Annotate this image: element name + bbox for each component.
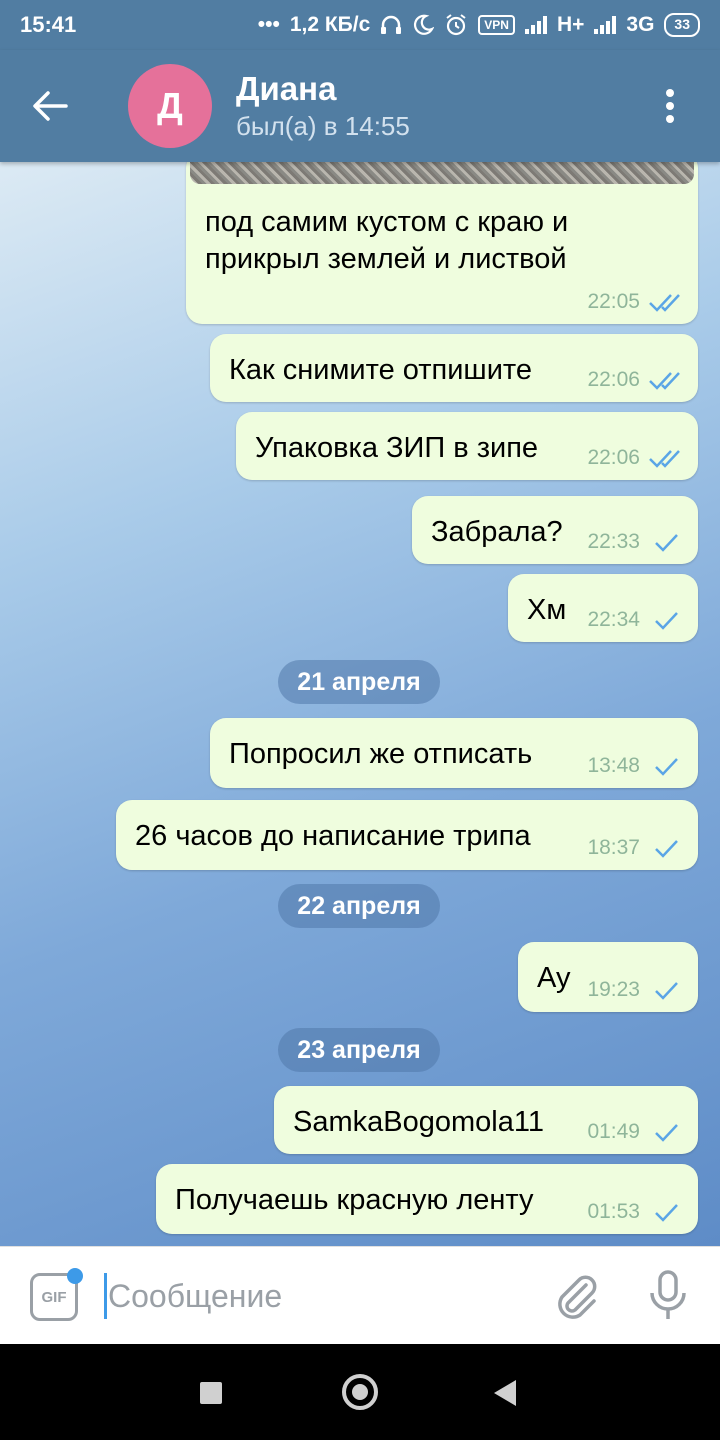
gif-label: GIF	[41, 1288, 67, 1306]
more-vertical-icon	[666, 89, 674, 123]
message-bubble[interactable]: Получаешь красную ленту 01:53	[156, 1164, 698, 1234]
message-bubble[interactable]: под самим кустом с краю и прикрыл землей…	[186, 162, 698, 324]
message-text: Упаковка ЗИП в зипе	[255, 432, 539, 464]
network-type-1: H+	[556, 13, 585, 36]
signal-icon	[524, 16, 547, 34]
message-composer: GIF	[0, 1246, 720, 1344]
vpn-icon: VPN	[478, 15, 515, 35]
headphones-icon	[381, 15, 402, 34]
network-speed: 1,2 КБ/с	[289, 13, 371, 36]
system-back-button[interactable]	[494, 1380, 516, 1406]
double-check-icon	[649, 450, 680, 468]
message-text-line-1: под самим кустом с краю и	[205, 206, 569, 238]
message-meta: 22:06	[587, 368, 682, 392]
message-text: 26 часов до написание трипа	[135, 820, 531, 852]
message-text: Хм	[527, 594, 567, 626]
chat-header: Д Диана был(а) в 14:55	[0, 50, 720, 162]
check-icon	[655, 758, 678, 776]
gif-notification-dot	[67, 1268, 83, 1284]
date-separator: 22 апреля	[278, 884, 440, 928]
message-bubble[interactable]: Упаковка ЗИП в зипе 22:06	[236, 412, 698, 480]
check-icon	[655, 840, 678, 858]
message-text: Получаешь красную ленту	[175, 1184, 534, 1216]
home-button[interactable]	[342, 1374, 378, 1410]
avatar[interactable]: Д	[128, 64, 212, 148]
signal-icon-2	[594, 16, 617, 34]
message-time: 13:48	[587, 754, 640, 777]
battery-icon: 33	[664, 13, 700, 37]
message-list[interactable]: под самим кустом с краю и прикрыл землей…	[0, 162, 720, 1246]
message-bubble[interactable]: 26 часов до написание трипа 18:37	[116, 800, 698, 870]
message-text: Попросил же отписать	[229, 738, 533, 770]
check-icon	[655, 982, 678, 1000]
status-icons: ••• 1,2 КБ/с VPN H+ 3G 33	[258, 13, 700, 37]
message-bubble[interactable]: Ау 19:23	[518, 942, 698, 1012]
message-meta: 22:33	[587, 530, 682, 554]
message-time: 01:53	[587, 1200, 640, 1223]
paperclip-icon[interactable]	[552, 1271, 602, 1321]
recent-apps-button[interactable]	[200, 1382, 222, 1404]
photo-thumbnail[interactable]	[190, 162, 694, 184]
message-time: 22:33	[587, 530, 640, 553]
date-separator: 23 апреля	[278, 1028, 440, 1072]
message-text: Ау	[537, 962, 571, 994]
microphone-icon[interactable]	[646, 1269, 690, 1323]
message-input[interactable]	[108, 1271, 528, 1321]
back-button[interactable]	[0, 50, 100, 162]
alarm-icon	[446, 14, 466, 36]
message-time: 18:37	[587, 836, 640, 859]
message-bubble[interactable]: Забрала? 22:33	[412, 496, 698, 564]
date-separator: 21 апреля	[278, 660, 440, 704]
status-time: 15:41	[20, 12, 77, 37]
message-text: Как снимите отпишите	[229, 354, 532, 386]
gif-button[interactable]: GIF	[30, 1268, 83, 1321]
message-meta: 01:49	[587, 1120, 682, 1144]
message-bubble[interactable]: Хм 22:34	[508, 574, 698, 642]
contact-info[interactable]: Диана был(а) в 14:55	[236, 69, 410, 143]
message-meta: 22:05	[587, 290, 682, 314]
message-time: 22:06	[587, 368, 640, 391]
message-meta: 13:48	[587, 754, 682, 778]
status-bar: 15:41 ••• 1,2 КБ/с VPN H+ 3G 33	[0, 0, 720, 50]
message-time: 19:23	[587, 978, 640, 1001]
message-text: SamkaBogomola11	[293, 1106, 544, 1138]
check-icon	[655, 612, 678, 630]
message-time: 22:05	[587, 290, 640, 313]
message-meta: 19:23	[587, 978, 682, 1002]
arrow-left-icon	[33, 91, 68, 121]
network-type-2: 3G	[626, 13, 655, 36]
check-icon	[655, 1204, 678, 1222]
system-navigation-bar	[0, 1344, 720, 1440]
last-seen-status: был(а) в 14:55	[236, 111, 410, 141]
moon-icon	[414, 14, 435, 35]
message-meta: 18:37	[587, 836, 682, 860]
text-cursor	[104, 1273, 107, 1319]
message-time: 22:34	[587, 608, 640, 631]
check-icon	[655, 1124, 678, 1142]
contact-name: Диана	[236, 70, 337, 107]
message-bubble[interactable]: Как снимите отпишите 22:06	[210, 334, 698, 402]
message-text-line-2: прикрыл землей и листвой	[205, 243, 567, 275]
check-icon	[655, 534, 678, 552]
double-check-icon	[649, 372, 680, 390]
message-text: Забрала?	[431, 516, 563, 548]
message-time: 01:49	[587, 1120, 640, 1143]
message-meta: 22:06	[587, 446, 682, 470]
message-meta: 22:34	[587, 608, 682, 632]
message-meta: 01:53	[587, 1200, 682, 1224]
more-options-button[interactable]	[620, 50, 720, 162]
message-time: 22:06	[587, 446, 640, 469]
message-bubble[interactable]: SamkaBogomola11 01:49	[274, 1086, 698, 1154]
message-bubble[interactable]: Попросил же отписать 13:48	[210, 718, 698, 788]
notification-dots: •••	[257, 13, 280, 36]
double-check-icon	[649, 294, 680, 312]
